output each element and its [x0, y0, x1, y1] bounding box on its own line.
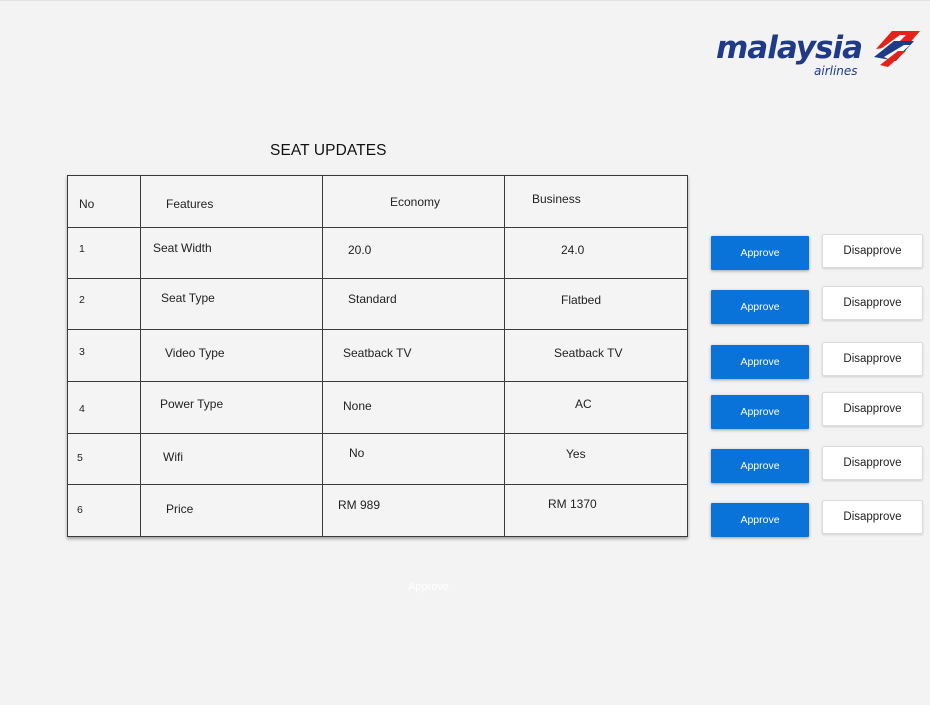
- row-2-economy: Standard: [348, 292, 397, 306]
- row-6-economy: RM 989: [338, 498, 381, 512]
- row-2-feature: Seat Type: [161, 291, 215, 305]
- disapprove-button-row-4[interactable]: Disapprove: [822, 392, 923, 426]
- approve-button-row-6[interactable]: Approve: [711, 503, 809, 537]
- row-3-economy: Seatback TV: [343, 346, 412, 360]
- row-3-business: Seatback TV: [554, 346, 623, 360]
- row-3-feature: Video Type: [165, 346, 225, 360]
- disapprove-button-row-3[interactable]: Disapprove: [822, 342, 923, 376]
- column-divider: [140, 176, 141, 536]
- row-6-feature: Price: [166, 502, 194, 516]
- logo-wordmark: malaysia: [716, 30, 863, 66]
- page: malaysia airlines SEAT UPDATES No Featur…: [0, 0, 930, 705]
- kite-logo-icon: [874, 31, 920, 67]
- column-divider: [322, 176, 323, 536]
- disapprove-button-row-2[interactable]: Disapprove: [822, 286, 923, 320]
- row-1-business: 24.0: [561, 243, 585, 257]
- row-divider: [68, 329, 687, 330]
- row-2-business: Flatbed: [561, 293, 602, 307]
- header-business: Business: [532, 192, 581, 206]
- row-2-no: 2: [79, 294, 85, 306]
- row-5-business: Yes: [566, 447, 586, 461]
- disapprove-button-row-1[interactable]: Disapprove: [822, 234, 923, 268]
- page-title: SEAT UPDATES: [270, 142, 387, 159]
- header-no: No: [79, 197, 95, 211]
- row-3-no: 3: [79, 346, 85, 358]
- logo-subtext: airlines: [814, 64, 858, 78]
- row-divider: [68, 381, 687, 382]
- header-features: Features: [166, 197, 214, 211]
- row-divider: [68, 484, 687, 485]
- approve-button-row-5[interactable]: Approve: [711, 449, 809, 483]
- malaysia-airlines-logo: malaysia airlines: [716, 27, 922, 83]
- row-4-no: 4: [79, 403, 85, 415]
- column-divider: [504, 176, 505, 536]
- row-divider: [68, 433, 687, 434]
- row-1-economy: 20.0: [348, 243, 372, 257]
- row-divider: [68, 278, 687, 279]
- ghost-approve-label: Approve: [408, 581, 449, 593]
- seat-updates-table: No Features Economy Business 1 Seat Widt…: [67, 175, 688, 537]
- row-1-no: 1: [79, 243, 85, 255]
- row-4-business: AC: [575, 397, 592, 411]
- row-divider: [68, 227, 687, 228]
- disapprove-button-row-5[interactable]: Disapprove: [822, 446, 923, 480]
- row-5-no: 5: [77, 452, 83, 464]
- row-4-feature: Power Type: [160, 397, 224, 411]
- row-1-feature: Seat Width: [153, 241, 212, 255]
- header-economy: Economy: [390, 195, 441, 209]
- approve-button-row-4[interactable]: Approve: [711, 395, 809, 429]
- row-4-economy: None: [343, 399, 372, 413]
- disapprove-button-row-6[interactable]: Disapprove: [822, 500, 923, 534]
- approve-button-row-3[interactable]: Approve: [711, 345, 809, 379]
- row-6-no: 6: [77, 504, 83, 516]
- approve-button-row-1[interactable]: Approve: [711, 236, 809, 270]
- row-6-business: RM 1370: [548, 497, 597, 511]
- row-5-feature: Wifi: [163, 450, 183, 464]
- row-5-economy: No: [349, 446, 365, 460]
- approve-button-row-2[interactable]: Approve: [711, 290, 809, 324]
